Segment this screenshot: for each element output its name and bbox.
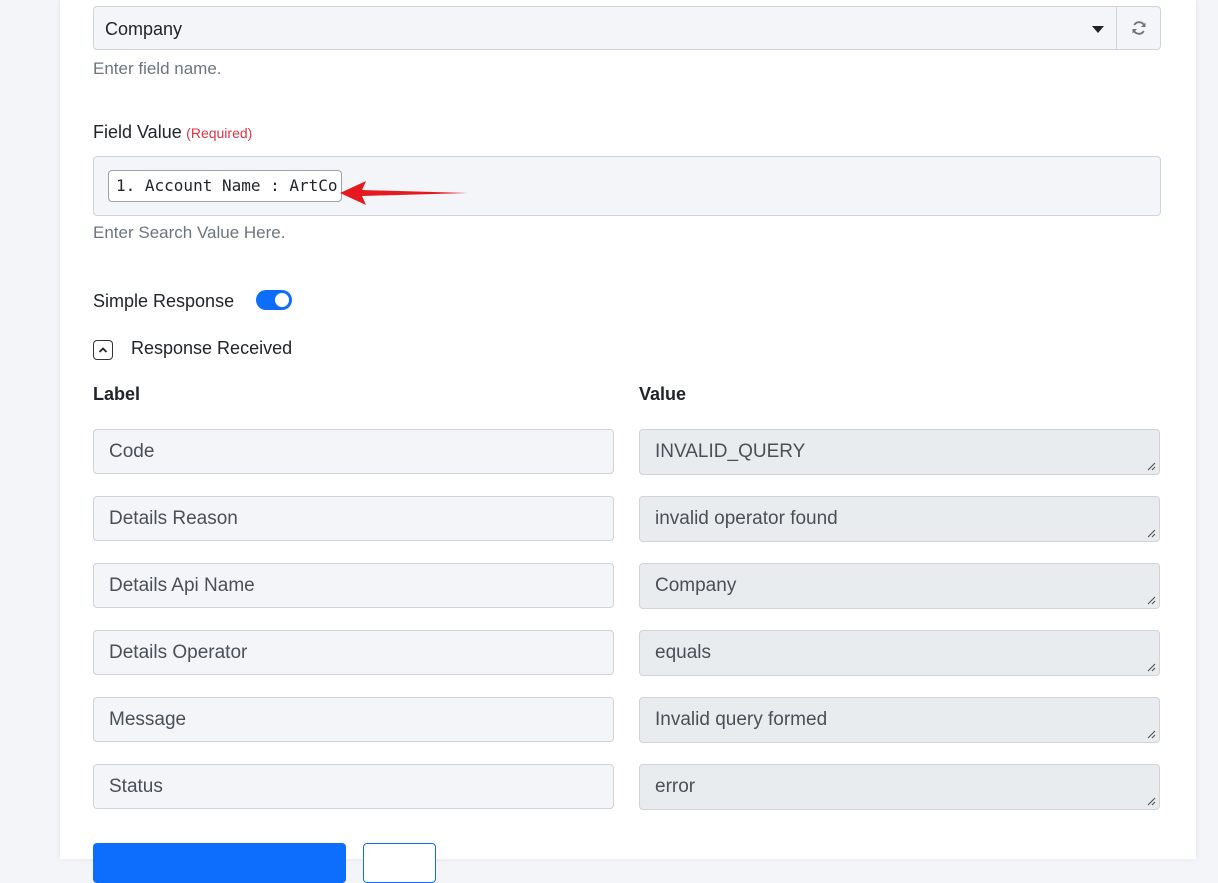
response-value-text: equals <box>655 642 711 663</box>
response-label-field[interactable]: Status <box>93 764 614 809</box>
response-value-field[interactable]: INVALID_QUERY <box>639 429 1160 475</box>
field-value-tag[interactable]: 1. Account Name : ArtCo <box>108 170 342 202</box>
resize-grip-icon[interactable] <box>1147 596 1156 605</box>
resize-grip-icon[interactable] <box>1147 529 1156 538</box>
field-value-help: Enter Search Value Here. <box>93 223 286 242</box>
label-column-header: Label <box>93 384 141 404</box>
collapse-button[interactable] <box>93 340 113 360</box>
save-button[interactable] <box>93 843 346 883</box>
response-received-title: Response Received <box>131 338 293 358</box>
resize-grip-icon[interactable] <box>1147 663 1156 672</box>
field-name-select[interactable]: Company <box>93 6 1117 50</box>
field-value-label-row: Field Value (Required) <box>93 122 252 143</box>
field-name-selected: Company <box>105 19 183 39</box>
refresh-button[interactable] <box>1117 6 1161 50</box>
annotation-arrow-icon <box>340 181 468 205</box>
simple-response-toggle[interactable] <box>256 290 292 310</box>
refresh-icon <box>1132 21 1145 35</box>
value-column-header: Value <box>639 384 687 404</box>
response-label-field[interactable]: Code <box>93 429 614 474</box>
required-badge: (Required) <box>186 125 253 141</box>
resize-grip-icon[interactable] <box>1147 730 1156 739</box>
response-value-field[interactable]: error <box>639 764 1160 810</box>
response-value-text: INVALID_QUERY <box>655 441 806 462</box>
field-value-label: Field Value <box>93 122 182 142</box>
toggle-knob <box>275 293 289 307</box>
response-value-field[interactable]: equals <box>639 630 1160 676</box>
response-value-text: invalid operator found <box>655 508 838 529</box>
field-name-help: Enter field name. <box>93 59 222 78</box>
chevron-up-icon <box>98 347 108 353</box>
response-label-field[interactable]: Details Api Name <box>93 563 614 608</box>
caret-down-icon <box>1092 26 1104 33</box>
response-value-text: error <box>655 776 696 797</box>
response-label-field[interactable]: Details Reason <box>93 496 614 541</box>
response-value-text: Invalid query formed <box>655 709 828 730</box>
response-value-field[interactable]: Company <box>639 563 1160 609</box>
response-value-text: Company <box>655 575 737 596</box>
response-value-field[interactable]: invalid operator found <box>639 496 1160 542</box>
secondary-button[interactable] <box>363 843 436 883</box>
response-label-field[interactable]: Details Operator <box>93 630 614 675</box>
response-label-field[interactable]: Message <box>93 697 614 742</box>
response-value-field[interactable]: Invalid query formed <box>639 697 1160 743</box>
resize-grip-icon[interactable] <box>1147 462 1156 471</box>
resize-grip-icon[interactable] <box>1147 797 1156 806</box>
simple-response-label: Simple Response <box>93 291 235 311</box>
